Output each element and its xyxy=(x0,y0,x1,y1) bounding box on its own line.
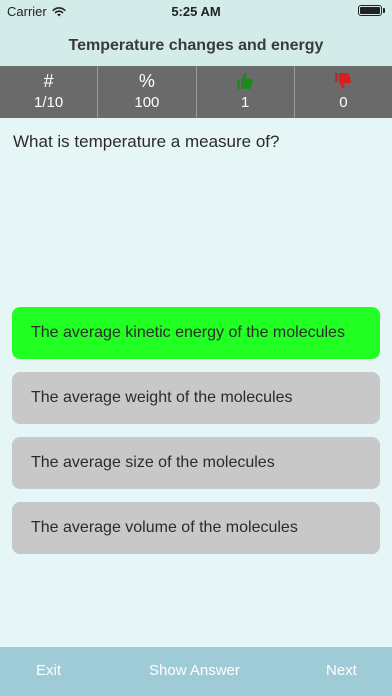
stat-question-number: # 1/10 xyxy=(0,66,99,118)
wrong-icon-wrap xyxy=(295,70,392,92)
correct-count: 1 xyxy=(240,94,250,111)
question-text: What is temperature a measure of? xyxy=(13,132,280,151)
stat-wrong: 0 xyxy=(295,66,392,118)
question-progress-value: 1/10 xyxy=(34,94,64,111)
page-title: Temperature changes and energy xyxy=(68,37,324,54)
hash-icon: # xyxy=(43,70,54,91)
stat-correct: 1 xyxy=(197,66,295,118)
status-time: 5:25 AM xyxy=(171,4,221,19)
answer-option-2[interactable]: The average weight of the molecules xyxy=(12,372,380,424)
thumbs-down-icon xyxy=(335,73,352,89)
percent-icon: % xyxy=(138,70,155,91)
exit-button[interactable]: Exit xyxy=(36,662,61,679)
show-answer-button[interactable]: Show Answer xyxy=(149,662,240,679)
stat-percentage: % 100 xyxy=(98,66,197,118)
answer-option-4[interactable]: The average volume of the molecules xyxy=(12,502,380,554)
status-bar: Carrier 5:25 AM xyxy=(0,0,392,22)
header-area: Carrier 5:25 AM Temperature changes and … xyxy=(0,0,392,66)
correct-icon-wrap xyxy=(197,70,294,92)
stats-bar: # 1/10 % 100 1 0 xyxy=(0,66,392,118)
next-button[interactable]: Next xyxy=(326,662,357,679)
answer-option-1[interactable]: The average kinetic energy of the molecu… xyxy=(12,307,380,359)
battery-icon xyxy=(358,5,382,16)
percentage-value: 100 xyxy=(134,94,160,111)
bottom-toolbar: Exit Show Answer Next xyxy=(0,647,392,696)
answer-option-3[interactable]: The average size of the molecules xyxy=(12,437,380,489)
thumbs-up-icon xyxy=(237,73,254,89)
wrong-count: 0 xyxy=(339,94,348,111)
battery-level xyxy=(360,7,380,14)
battery-tip xyxy=(383,8,385,13)
